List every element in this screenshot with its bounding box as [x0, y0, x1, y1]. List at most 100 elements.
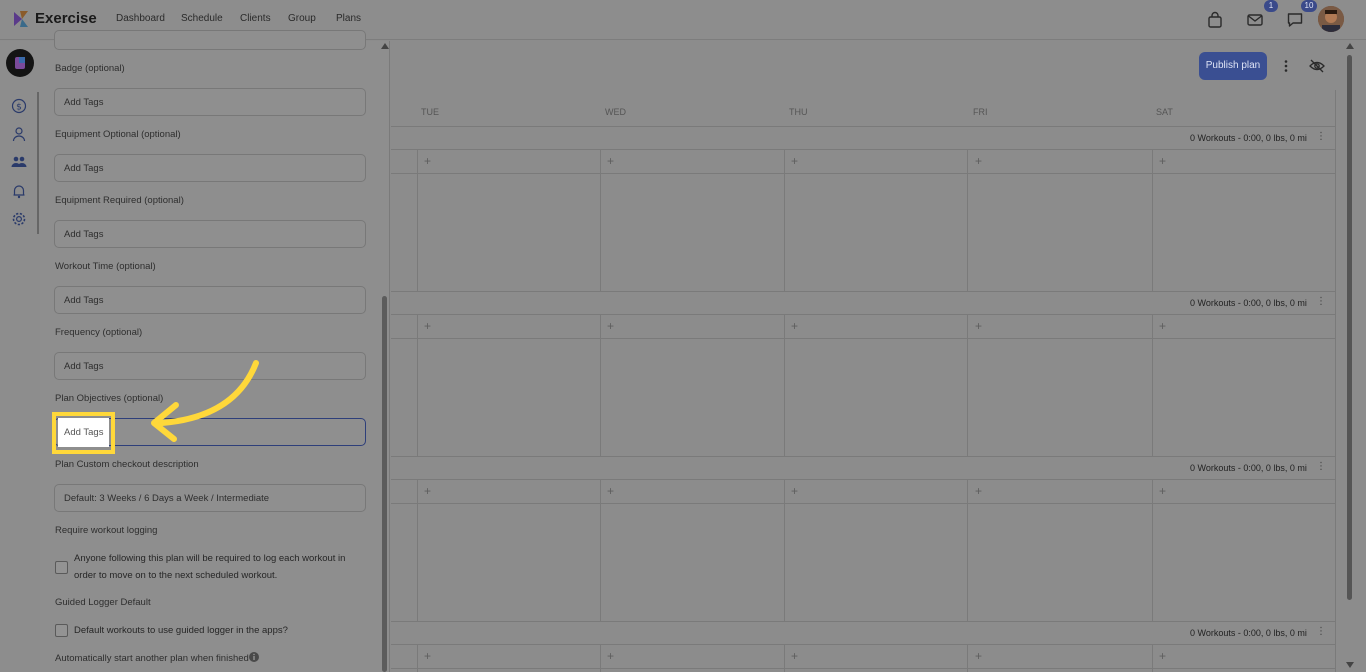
add-workout-button[interactable]: + [424, 649, 431, 663]
shopping-bag-icon[interactable] [1206, 11, 1224, 29]
grid-line [784, 314, 785, 456]
grid-line [600, 644, 601, 672]
svg-text:$: $ [16, 103, 22, 113]
main-scrollbar[interactable] [1347, 55, 1352, 600]
add-workout-button[interactable]: + [424, 484, 431, 498]
add-workout-button[interactable]: + [791, 319, 798, 333]
nav-schedule[interactable]: Schedule [181, 13, 223, 24]
add-workout-button[interactable]: + [424, 319, 431, 333]
dollar-icon[interactable]: $ [11, 98, 27, 114]
week-summary: 0 Workouts - 0:00, 0 lbs, 0 mi [1190, 463, 1307, 473]
group-icon[interactable] [11, 154, 27, 170]
nav-clients[interactable]: Clients [240, 13, 271, 24]
workout-time-placeholder: Add Tags [64, 295, 104, 306]
mail-icon[interactable] [1246, 11, 1264, 29]
workout-time-label: Workout Time (optional) [55, 261, 156, 272]
day-header-tue: TUE [421, 107, 439, 117]
scroll-up-arrow-icon[interactable] [381, 43, 389, 49]
chat-icon[interactable] [1286, 11, 1304, 29]
add-workout-button[interactable]: + [1159, 154, 1166, 168]
equipment-required-label: Equipment Required (optional) [55, 195, 184, 206]
add-workout-button[interactable]: + [975, 649, 982, 663]
person-icon[interactable] [11, 126, 27, 142]
require-logging-text: Anyone following this plan will be requi… [74, 553, 346, 581]
grid-line [967, 479, 968, 621]
equipment-required-placeholder: Add Tags [64, 229, 104, 240]
grid-line [391, 149, 1335, 150]
add-workout-button[interactable]: + [607, 484, 614, 498]
week-summary: 0 Workouts - 0:00, 0 lbs, 0 mi [1190, 298, 1307, 308]
week-menu-icon[interactable]: ⋮ [1316, 626, 1326, 637]
add-workout-button[interactable]: + [791, 484, 798, 498]
week-summary: 0 Workouts - 0:00, 0 lbs, 0 mi [1190, 133, 1307, 143]
rail-scrollbar[interactable] [37, 92, 39, 234]
custom-checkout-placeholder: Default: 3 Weeks / 6 Days a Week / Inter… [64, 493, 270, 504]
nav-group[interactable]: Group [288, 13, 316, 24]
week-menu-icon[interactable]: ⋮ [1316, 131, 1326, 142]
add-workout-button[interactable]: + [1159, 649, 1166, 663]
week-menu-icon[interactable]: ⋮ [1316, 461, 1326, 472]
grid-line [784, 149, 785, 291]
app-name[interactable]: Exercise [35, 10, 97, 27]
add-workout-button[interactable]: + [1159, 319, 1166, 333]
guided-logger-label: Guided Logger Default [55, 597, 151, 608]
week-summary: 0 Workouts - 0:00, 0 lbs, 0 mi [1190, 628, 1307, 638]
panel-scrollbar[interactable] [382, 296, 387, 672]
add-workout-button[interactable]: + [607, 319, 614, 333]
info-icon[interactable] [249, 652, 259, 662]
grid-line [417, 479, 418, 621]
day-header-sat: SAT [1156, 107, 1173, 117]
gear-icon[interactable] [11, 211, 27, 227]
equipment-optional-label: Equipment Optional (optional) [55, 129, 181, 140]
grid-line [967, 149, 968, 291]
add-workout-button[interactable]: + [975, 154, 982, 168]
grid-line [391, 621, 1335, 622]
app-logo-icon [14, 11, 28, 27]
highlight-box [52, 412, 115, 454]
brand-logo[interactable] [6, 49, 34, 77]
bell-icon[interactable] [11, 183, 27, 199]
eye-off-icon[interactable] [1309, 59, 1325, 73]
grid-line [391, 126, 1335, 127]
more-options-icon[interactable] [1282, 59, 1290, 73]
require-logging-checkbox[interactable] [55, 561, 68, 574]
add-workout-button[interactable]: + [1159, 484, 1166, 498]
main-scroll-down-icon[interactable] [1346, 662, 1354, 668]
nav-dashboard[interactable]: Dashboard [116, 13, 165, 24]
user-avatar[interactable] [1318, 6, 1344, 32]
add-workout-button[interactable]: + [791, 649, 798, 663]
grid-line [391, 173, 1335, 174]
grid-line [391, 503, 1335, 504]
add-workout-button[interactable]: + [975, 484, 982, 498]
add-workout-button[interactable]: + [791, 154, 798, 168]
grid-line [1152, 314, 1153, 456]
grid-line [391, 668, 1335, 669]
grid-line [391, 479, 1335, 480]
badge-tags-placeholder: Add Tags [64, 97, 104, 108]
add-workout-button[interactable]: + [607, 154, 614, 168]
add-workout-button[interactable]: + [424, 154, 431, 168]
nav-plans[interactable]: Plans [336, 13, 361, 24]
grid-line [600, 479, 601, 621]
auto-start-label: Automatically start another plan when fi… [55, 653, 249, 664]
calendar-border [1335, 90, 1336, 672]
grid-line [417, 644, 418, 672]
grid-line [1152, 644, 1153, 672]
guided-logger-checkbox[interactable] [55, 624, 68, 637]
day-header-thu: THU [789, 107, 808, 117]
grid-line [1152, 479, 1153, 621]
grid-line [784, 644, 785, 672]
publish-plan-button[interactable]: Publish plan [1199, 52, 1267, 80]
add-workout-button[interactable]: + [975, 319, 982, 333]
day-header-fri: FRI [973, 107, 988, 117]
chat-badge: 10 [1301, 0, 1317, 12]
mail-badge: 1 [1264, 0, 1278, 12]
previous-tags-field[interactable] [54, 30, 366, 50]
frequency-placeholder: Add Tags [64, 361, 104, 372]
grid-line [600, 314, 601, 456]
week-menu-icon[interactable]: ⋮ [1316, 296, 1326, 307]
grid-line [784, 479, 785, 621]
add-workout-button[interactable]: + [607, 649, 614, 663]
custom-checkout-label: Plan Custom checkout description [55, 459, 199, 470]
main-scroll-up-icon[interactable] [1346, 43, 1354, 49]
